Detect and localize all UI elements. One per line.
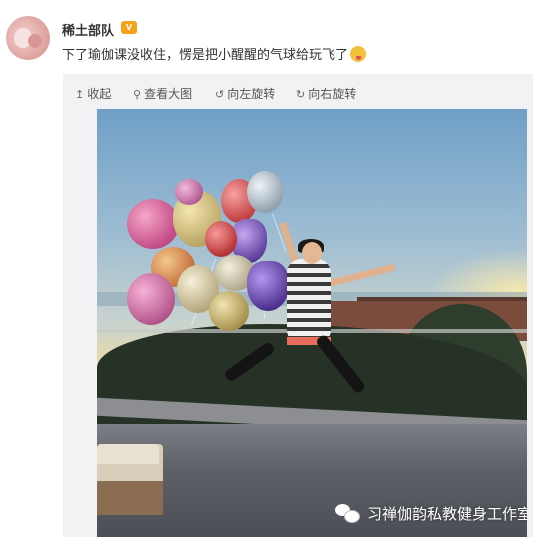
person-arm <box>324 263 396 288</box>
balloon <box>127 273 175 325</box>
avatar[interactable] <box>6 16 50 60</box>
watermark-text: 习禅伽韵私教健身工作室 <box>367 505 527 523</box>
tongue-out-emoji-icon <box>350 46 367 62</box>
balloon <box>175 179 203 205</box>
arrow-up-icon: ↥ <box>75 88 85 101</box>
wechat-icon <box>335 504 360 523</box>
collapse-label: 收起 <box>87 87 112 101</box>
post-text-content: 下了瑜伽课没收住，愣是把小醒醒的气球给玩飞了 <box>62 48 349 63</box>
post-text: 下了瑜伽课没收住，愣是把小醒醒的气球给玩飞了 <box>62 44 367 63</box>
rotate-left-button[interactable]: ↺ 向左旋转 <box>215 85 275 102</box>
rotate-right-label: 向右旋转 <box>308 87 357 101</box>
collapse-button[interactable]: ↥ 收起 <box>75 85 111 102</box>
balloon <box>127 199 179 249</box>
media-card: ↥ 收起 ⚲ 查看大图 ↺ 向左旋转 ↻ 向右旋转 习禅伽韵私教健身工作室 <box>63 74 533 537</box>
avatar-shape <box>28 34 42 48</box>
watermark: 习禅伽韵私教健身工作室 <box>335 503 527 525</box>
rotate-right-icon: ↻ <box>296 88 306 101</box>
rotate-left-label: 向左旋转 <box>227 87 276 101</box>
balloon <box>247 261 289 311</box>
balloon <box>205 221 237 257</box>
lounge-frame <box>97 481 163 515</box>
vip-badge-icon: V <box>121 21 137 34</box>
balloon <box>209 291 249 331</box>
balloon <box>247 171 283 213</box>
view-large-label: 查看大图 <box>144 87 193 101</box>
view-large-button[interactable]: ⚲ 查看大图 <box>133 85 192 102</box>
rotate-left-icon: ↺ <box>215 88 225 101</box>
person-striped-shirt <box>287 259 331 344</box>
username-link[interactable]: 稀土部队 <box>62 20 114 39</box>
media-toolbar: ↥ 收起 ⚲ 查看大图 ↺ 向左旋转 ↻ 向右旋转 <box>63 74 533 108</box>
search-icon: ⚲ <box>133 88 142 101</box>
person-head <box>302 242 322 264</box>
rotate-right-button[interactable]: ↻ 向右旋转 <box>296 85 356 102</box>
post-photo[interactable]: 习禅伽韵私教健身工作室 <box>97 109 527 537</box>
lounge-cushion <box>97 444 159 464</box>
